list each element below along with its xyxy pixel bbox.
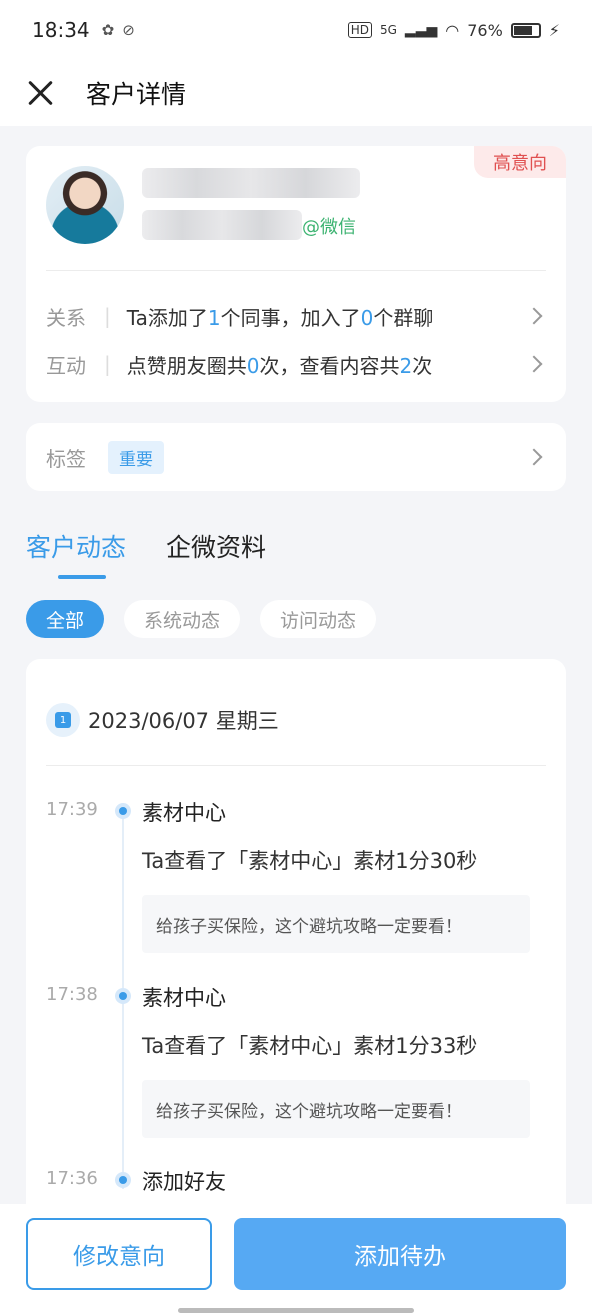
tag-label: 标签	[46, 446, 86, 471]
timeline-dot	[115, 988, 131, 1004]
signal-icon: ▂▃▅	[404, 22, 438, 38]
relation-row[interactable]: 关系 | Ta添加了1个同事，加入了0个群聊	[46, 296, 546, 336]
redacted-name	[142, 168, 360, 198]
intent-badge: 高意向	[474, 146, 566, 178]
timeline-title: 添加好友	[142, 1170, 226, 1194]
timeline-dot	[115, 803, 131, 819]
add-todo-button[interactable]: 添加待办	[234, 1218, 566, 1290]
tag-chip: 重要	[108, 440, 164, 474]
interaction-row[interactable]: 互动 | 点赞朋友圈共0次，查看内容共2次	[46, 344, 546, 384]
sync-icon: ⊘	[122, 21, 135, 39]
timeline-time: 17:38	[46, 984, 98, 1005]
relation-label: 关系	[46, 305, 86, 330]
battery-percent: 76%	[467, 20, 503, 40]
relation-text: Ta添加了1个同事，加入了0个群聊	[126, 305, 434, 330]
separator: |	[104, 352, 111, 376]
divider	[46, 270, 546, 271]
home-indicator	[178, 1308, 414, 1313]
timeline-date: 2023/06/07 星期三	[88, 709, 279, 733]
status-bar: 18:34 ✿ ⊘ HD 5G ▂▃▅ ◠ 76% ⚡	[0, 0, 592, 60]
chevron-right-icon	[525, 355, 543, 373]
interaction-label: 互动	[46, 353, 86, 378]
timeline-content[interactable]: 给孩子买保险，这个避坑攻略一定要看！	[142, 1080, 530, 1138]
charging-icon: ⚡	[548, 20, 560, 40]
timeline-content[interactable]: 给孩子买保险，这个避坑攻略一定要看！	[142, 895, 530, 953]
timeline-time: 17:36	[46, 1168, 98, 1189]
tag-row[interactable]: 标签 重要	[26, 423, 566, 491]
battery-icon	[510, 22, 541, 38]
timeline-dot	[115, 1172, 131, 1188]
chevron-right-icon	[525, 307, 543, 325]
calendar-icon: 1	[46, 703, 80, 737]
tab-customer-activity[interactable]: 客户动态	[26, 528, 126, 564]
header: 客户详情	[0, 60, 592, 126]
tab-wecom-profile[interactable]: 企微资料	[166, 528, 266, 564]
bottom-bar: 修改意向 添加待办	[0, 1204, 592, 1316]
close-icon[interactable]	[26, 79, 54, 107]
network-label: 5G	[379, 23, 397, 37]
filter-system[interactable]: 系统动态	[124, 600, 241, 638]
filter-bar: 全部 系统动态 访问动态	[26, 600, 377, 638]
timeline-title: 素材中心	[142, 986, 226, 1010]
wifi-icon: ◠	[445, 20, 460, 40]
hd-icon: HD	[347, 22, 372, 38]
timeline-card: 1 2023/06/07 星期三 17:39 素材中心 Ta查看了「素材中心」素…	[26, 659, 566, 1219]
tab-indicator	[58, 575, 106, 579]
edit-intent-button[interactable]: 修改意向	[26, 1218, 212, 1290]
timeline-title: 素材中心	[142, 801, 226, 825]
interaction-text: 点赞朋友圈共0次，查看内容共2次	[126, 353, 433, 378]
app-notification-icon: ✿	[101, 21, 115, 39]
date-row: 1 2023/06/07 星期三	[46, 703, 279, 737]
timeline-time: 17:39	[46, 799, 98, 820]
tab-bar: 客户动态 企微资料	[26, 528, 266, 564]
chevron-right-icon	[525, 448, 543, 466]
wechat-label: @微信	[302, 217, 356, 238]
separator: |	[104, 304, 111, 328]
timeline-desc: Ta查看了「素材中心」素材1分33秒	[142, 1034, 478, 1058]
profile-card: @微信 高意向 关系 | Ta添加了1个同事，加入了0个群聊 互动 | 点赞朋友…	[26, 146, 566, 402]
filter-visit[interactable]: 访问动态	[260, 600, 377, 638]
timeline-desc: Ta查看了「素材中心」素材1分30秒	[142, 849, 478, 873]
status-time: 18:34	[32, 18, 90, 42]
redacted-id	[142, 210, 302, 240]
divider	[46, 765, 546, 766]
status-right: HD 5G ▂▃▅ ◠ 76% ⚡	[347, 20, 560, 40]
avatar[interactable]	[46, 166, 124, 244]
filter-all[interactable]: 全部	[26, 600, 105, 638]
page-title: 客户详情	[86, 80, 187, 109]
